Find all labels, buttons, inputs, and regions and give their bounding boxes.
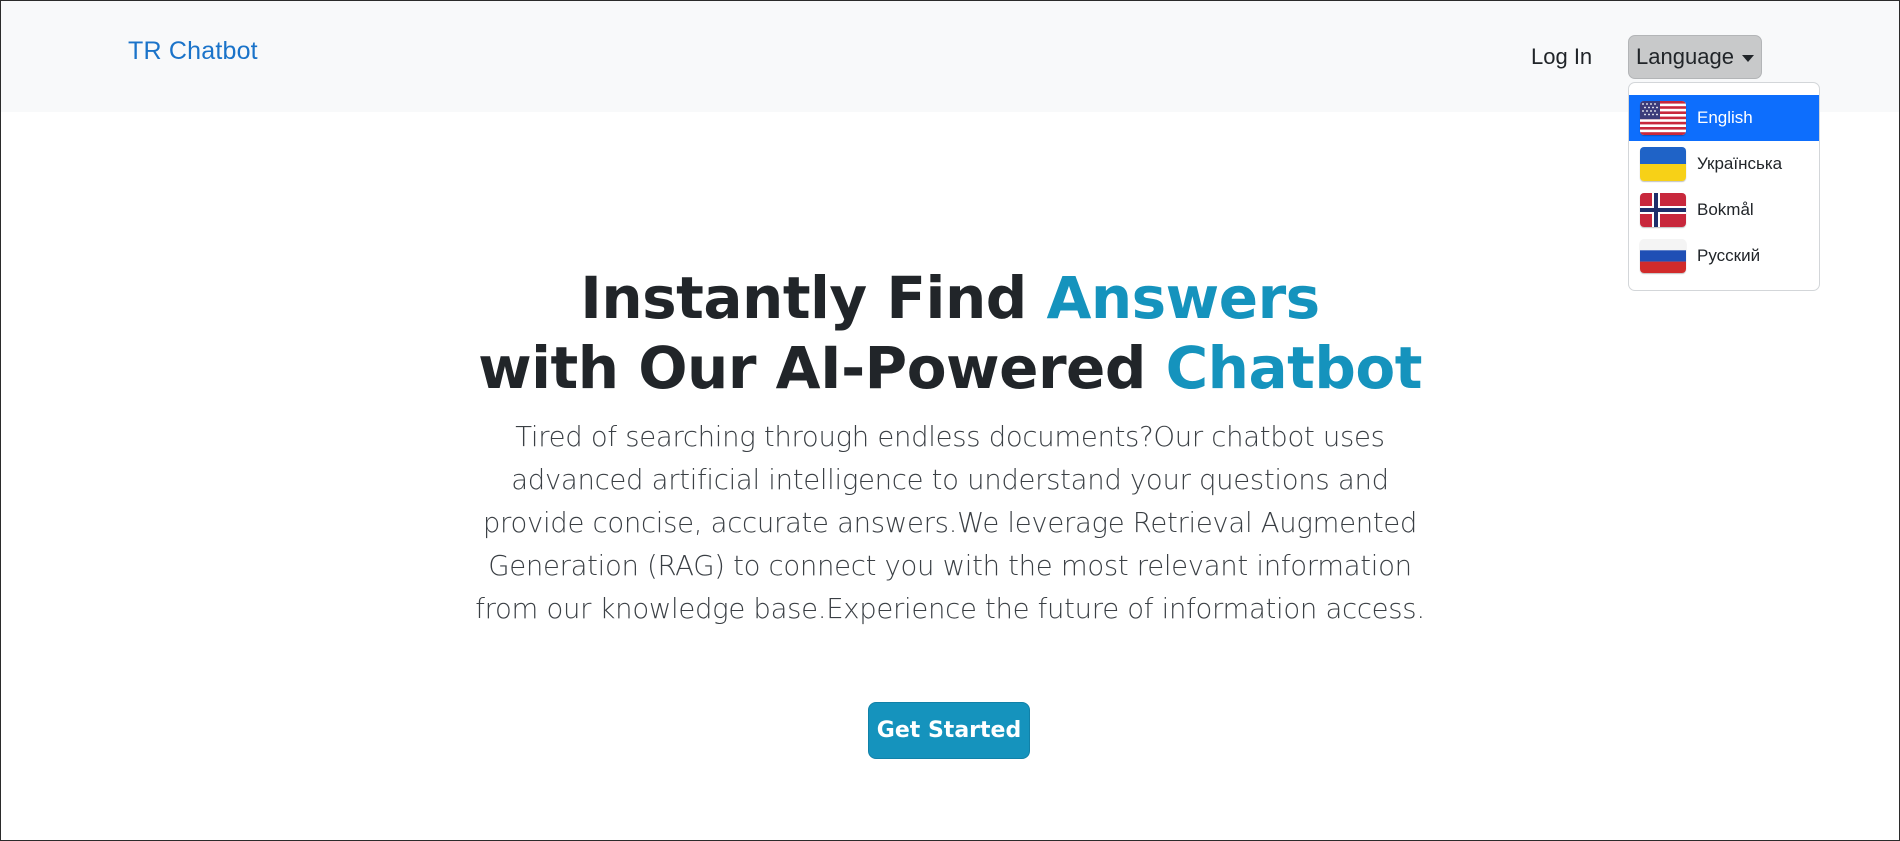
- language-menu: English Українська Bokmål Русский: [1628, 82, 1820, 291]
- language-option-label: Bokmål: [1697, 200, 1754, 219]
- page: TR Chatbot Log In Language English Украї…: [0, 0, 1900, 841]
- hero-title-accent: Chatbot: [1165, 334, 1423, 402]
- hero-title-accent: Answers: [1046, 264, 1320, 332]
- hero-description: Tired of searching through endless docum…: [475, 421, 1425, 625]
- language-option-ukrainian[interactable]: Українська: [1629, 141, 1819, 187]
- caret-down-icon: [1741, 54, 1754, 62]
- language-option-label: Українська: [1697, 154, 1783, 173]
- hero-title-line2: with Our AI-Powered Chatbot: [478, 334, 1422, 402]
- get-started-button[interactable]: Get Started: [868, 702, 1030, 759]
- hero-title-text: with Our AI-Powered: [478, 334, 1166, 402]
- hero-title-line1: Instantly Find Answers: [580, 264, 1320, 332]
- navbar: TR Chatbot Log In Language: [1, 1, 1899, 112]
- norway-flag-icon: [1640, 193, 1686, 227]
- language-button-label: Language: [1636, 44, 1734, 69]
- language-dropdown-button[interactable]: Language: [1628, 35, 1762, 79]
- language-option-russian[interactable]: Русский: [1629, 233, 1819, 279]
- login-link[interactable]: Log In: [1531, 44, 1592, 70]
- language-option-bokmal[interactable]: Bokmål: [1629, 187, 1819, 233]
- brand-link[interactable]: TR Chatbot: [128, 37, 258, 66]
- hero-title-text: Instantly Find: [580, 264, 1047, 332]
- hero-title: Instantly Find Answers with Our AI-Power…: [1, 263, 1899, 403]
- us-flag-icon: [1640, 101, 1686, 135]
- language-option-label: Русский: [1697, 246, 1761, 265]
- russia-flag-icon: [1640, 239, 1686, 273]
- language-option-label: English: [1697, 108, 1753, 127]
- language-option-english[interactable]: English: [1629, 95, 1819, 141]
- ukraine-flag-icon: [1640, 147, 1686, 181]
